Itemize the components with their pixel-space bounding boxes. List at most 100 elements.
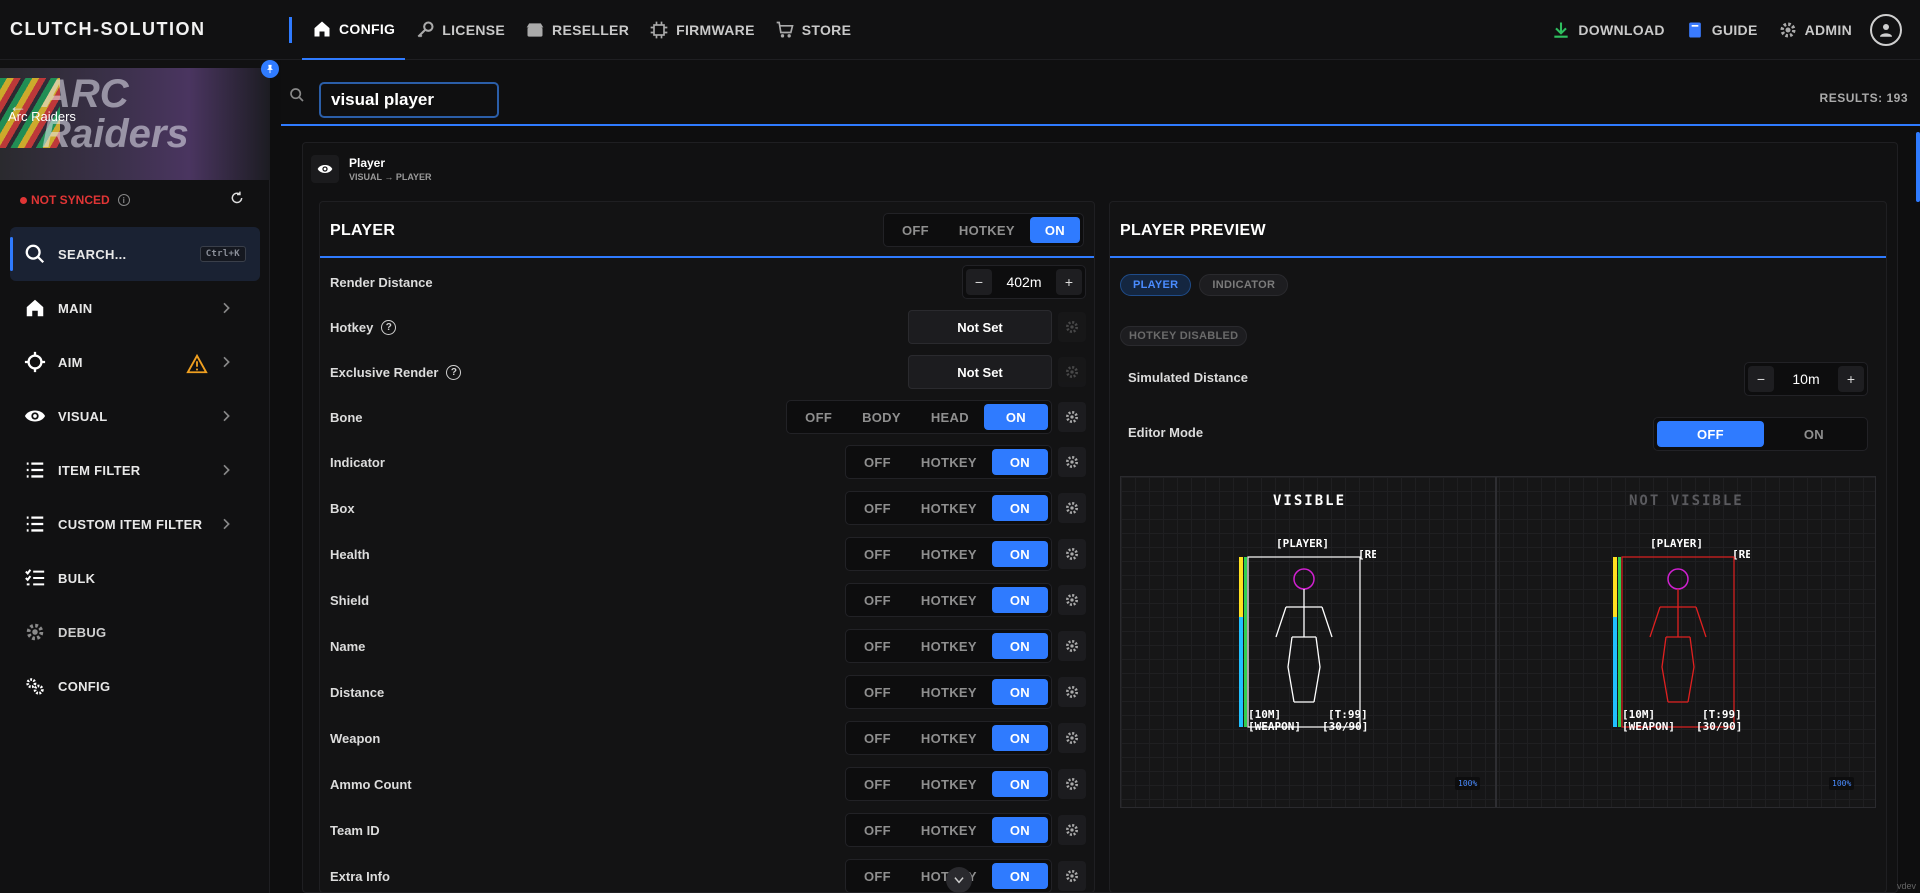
option-hotkey[interactable]: HOTKEY xyxy=(906,771,992,797)
nav-guide[interactable]: GUIDE xyxy=(1675,0,1768,60)
list-icon xyxy=(26,462,44,478)
option-hotkey[interactable]: HOTKEY xyxy=(906,449,992,475)
bone-body[interactable]: BODY xyxy=(847,404,916,430)
avatar[interactable] xyxy=(1870,14,1902,46)
option-off[interactable]: OFF xyxy=(849,495,906,521)
editor-on[interactable]: ON xyxy=(1764,421,1864,447)
option-on[interactable]: ON xyxy=(991,863,1048,889)
exclusive-bind-button[interactable]: Not Set xyxy=(908,355,1052,389)
option-hotkey[interactable]: HOTKEY xyxy=(906,679,992,705)
option-off[interactable]: OFF xyxy=(849,771,906,797)
stepper-value[interactable]: 10m xyxy=(1784,371,1828,387)
editor-mode-toggle: OFF ON xyxy=(1652,417,1868,451)
sidebar-item-custom-item-filter[interactable]: CUSTOM ITEM FILTER xyxy=(10,497,260,551)
nav-store[interactable]: STORE xyxy=(765,0,861,60)
stepper-value[interactable]: 402m xyxy=(1002,274,1046,290)
gear-icon[interactable] xyxy=(1058,631,1086,661)
option-hotkey[interactable]: HOTKEY xyxy=(906,541,992,567)
pin-icon[interactable] xyxy=(261,60,279,78)
gear-icon[interactable] xyxy=(1058,723,1086,753)
option-hotkey[interactable]: HOTKEY xyxy=(906,725,992,751)
help-icon[interactable]: ? xyxy=(446,365,462,380)
option-off[interactable]: OFF xyxy=(849,541,906,567)
row-label: Weapon xyxy=(330,731,381,746)
option-hotkey[interactable]: HOTKEY xyxy=(906,587,992,613)
gear-icon[interactable] xyxy=(1058,585,1086,615)
sidebar-item-visual[interactable]: VISUAL xyxy=(10,389,260,443)
toggle-segment: OFFHOTKEYON xyxy=(845,491,1052,525)
option-off[interactable]: OFF xyxy=(849,587,906,613)
gear-icon[interactable] xyxy=(1058,815,1086,845)
nav-license[interactable]: LICENSE xyxy=(405,0,515,60)
zoom-badge[interactable]: 100% xyxy=(1455,777,1481,790)
help-icon[interactable]: ? xyxy=(381,320,397,335)
option-off[interactable]: OFF xyxy=(849,633,906,659)
option-off[interactable]: OFF xyxy=(849,725,906,751)
gear-icon[interactable] xyxy=(1058,312,1086,342)
option-on[interactable]: ON xyxy=(991,495,1048,521)
tab-indicator[interactable]: INDICATOR xyxy=(1199,274,1289,296)
sidebar-item-aim[interactable]: AIM xyxy=(10,335,260,389)
option-on[interactable]: ON xyxy=(991,817,1048,843)
nav-admin[interactable]: ADMIN xyxy=(1768,0,1862,60)
mode-hotkey[interactable]: HOTKEY xyxy=(944,217,1030,243)
sidebar-item-item-filter[interactable]: ITEM FILTER xyxy=(10,443,260,497)
search-icon xyxy=(25,244,45,264)
bone-on[interactable]: ON xyxy=(983,404,1048,430)
option-off[interactable]: OFF xyxy=(849,679,906,705)
sidebar-item-main[interactable]: MAIN xyxy=(10,281,260,335)
option-hotkey[interactable]: HOTKEY xyxy=(906,495,992,521)
sidebar-item-bulk[interactable]: BULK xyxy=(10,551,260,605)
sidebar-item-config[interactable]: CONFIG xyxy=(10,659,260,713)
mode-off[interactable]: OFF xyxy=(887,217,944,243)
gear-icon[interactable] xyxy=(1058,493,1086,523)
gear-icon[interactable] xyxy=(1058,447,1086,477)
game-banner[interactable]: ARC Raiders ← Arc Raiders xyxy=(0,68,270,180)
tab-player[interactable]: PLAYER xyxy=(1120,274,1192,296)
option-on[interactable]: ON xyxy=(991,541,1048,567)
gear-icon[interactable] xyxy=(1058,402,1086,432)
search-input[interactable] xyxy=(319,82,499,118)
render-distance-stepper: − 402m + xyxy=(962,265,1086,299)
sidebar-item-debug[interactable]: DEBUG xyxy=(10,605,260,659)
option-on[interactable]: ON xyxy=(991,449,1048,475)
gear-icon[interactable] xyxy=(1058,861,1086,891)
zoom-badge[interactable]: 100% xyxy=(1829,777,1855,790)
decrement-button[interactable]: − xyxy=(1748,366,1774,392)
result-header[interactable]: Player VISUAL → PLAYER xyxy=(311,151,432,187)
gear-icon[interactable] xyxy=(1058,677,1086,707)
nav-firmware[interactable]: FIRMWARE xyxy=(639,0,765,60)
scroll-down-button[interactable] xyxy=(946,867,972,893)
toggle-segment: OFFHOTKEYON xyxy=(845,445,1052,479)
option-on[interactable]: ON xyxy=(991,633,1048,659)
gear-icon[interactable] xyxy=(1058,357,1086,387)
editor-off[interactable]: OFF xyxy=(1656,421,1764,447)
gear-icon[interactable] xyxy=(1058,769,1086,799)
option-off[interactable]: OFF xyxy=(849,449,906,475)
option-off[interactable]: OFF xyxy=(849,863,906,889)
option-off[interactable]: OFF xyxy=(849,817,906,843)
esp-preview-canvas[interactable]: VISIBLE NOT VISIBLE [PLAYER] [RELOAD] [1… xyxy=(1120,476,1876,808)
decrement-button[interactable]: − xyxy=(966,269,992,295)
increment-button[interactable]: + xyxy=(1838,366,1864,392)
gear-icon[interactable] xyxy=(1058,539,1086,569)
refresh-icon[interactable] xyxy=(230,191,244,208)
info-icon[interactable]: i xyxy=(117,194,130,206)
option-hotkey[interactable]: HOTKEY xyxy=(906,817,992,843)
scrollbar[interactable] xyxy=(1916,132,1920,202)
option-on[interactable]: ON xyxy=(991,771,1048,797)
option-on[interactable]: ON xyxy=(991,587,1048,613)
nav-reseller[interactable]: RESELLER xyxy=(515,0,639,60)
option-on[interactable]: ON xyxy=(991,725,1048,751)
mode-on[interactable]: ON xyxy=(1029,217,1080,243)
hotkey-bind-button[interactable]: Not Set xyxy=(908,310,1052,344)
sidebar-item-search[interactable]: SEARCH... Ctrl+K xyxy=(10,227,260,281)
result-title: Player xyxy=(349,156,386,170)
increment-button[interactable]: + xyxy=(1056,269,1082,295)
nav-config[interactable]: CONFIG xyxy=(302,0,406,60)
nav-download[interactable]: DOWNLOAD xyxy=(1541,0,1674,60)
option-hotkey[interactable]: HOTKEY xyxy=(906,633,992,659)
option-on[interactable]: ON xyxy=(991,679,1048,705)
bone-head[interactable]: HEAD xyxy=(916,404,984,430)
bone-off[interactable]: OFF xyxy=(790,404,847,430)
